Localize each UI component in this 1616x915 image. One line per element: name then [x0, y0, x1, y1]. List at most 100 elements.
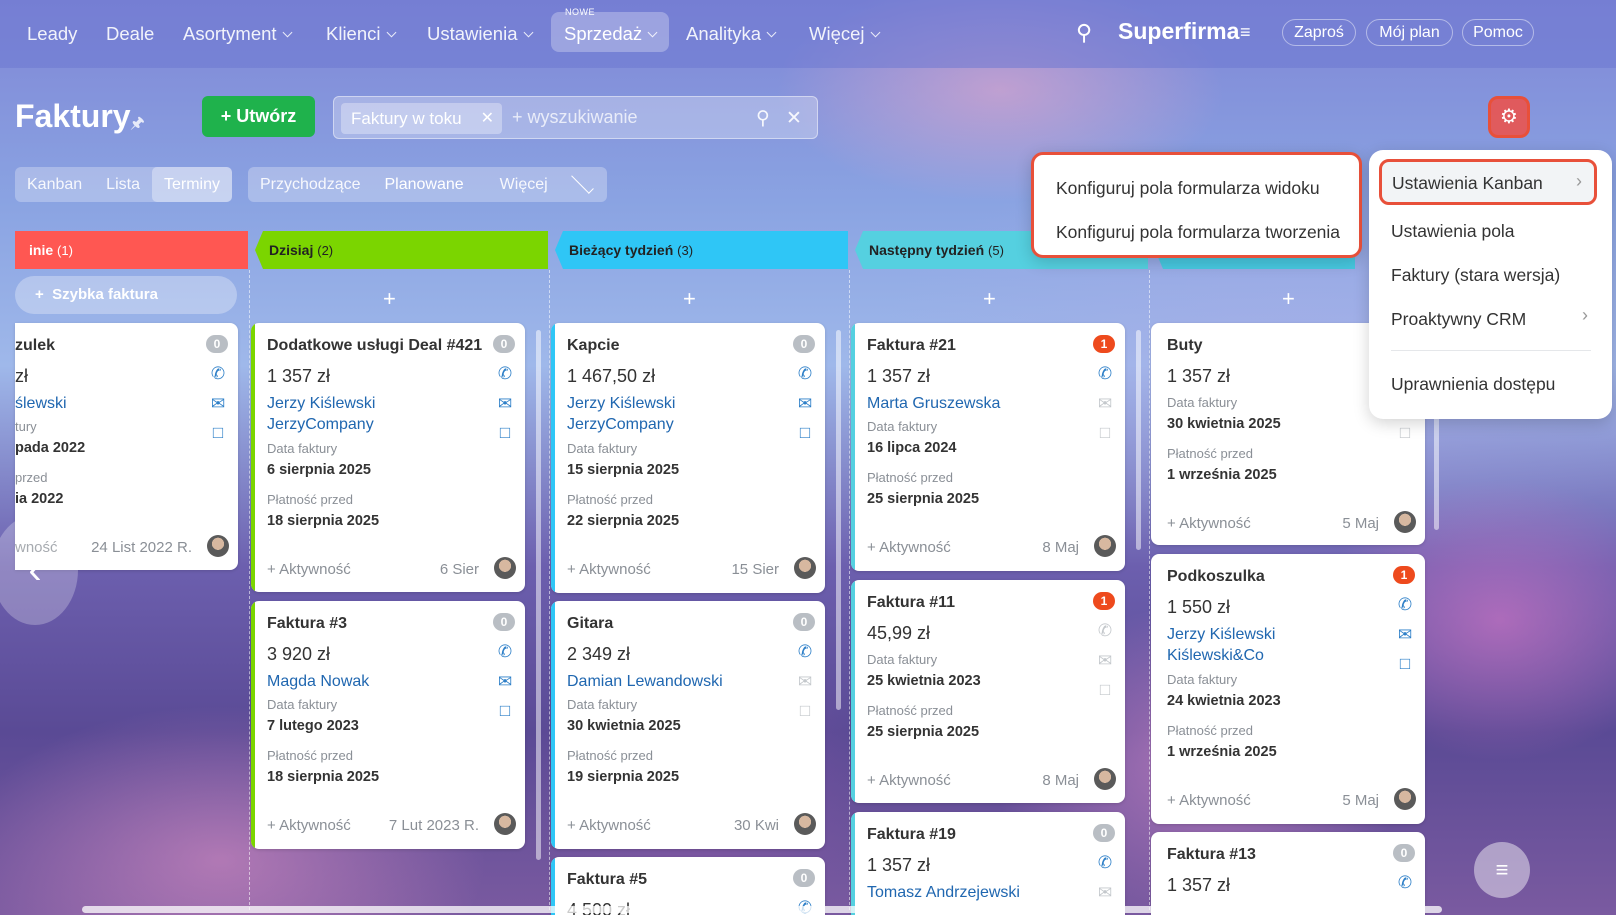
nav-settings[interactable]: Ustawienia — [427, 20, 533, 50]
search-bar[interactable]: Faktury w toku ✕ + wyszukiwanie ⚲ ✕ — [333, 96, 818, 139]
menu-item-create-form-fields[interactable]: Konfiguruj pola formularza tworzenia — [1056, 222, 1340, 243]
chat-icon[interactable]: □ — [495, 424, 515, 442]
tab-deadlines[interactable]: Terminy — [151, 167, 232, 202]
phone-icon[interactable]: ✆ — [208, 365, 228, 383]
chat-icon[interactable]: □ — [1095, 424, 1115, 442]
add-card-button[interactable]: + — [1282, 286, 1295, 312]
card-title[interactable]: Kapcie — [567, 337, 619, 355]
chat-icon[interactable]: □ — [1395, 424, 1415, 442]
card-title[interactable]: Faktura #13 — [1167, 846, 1256, 864]
sliders-icon[interactable]: ≡ — [1240, 22, 1251, 43]
menu-fab-icon[interactable]: ≡ — [1474, 842, 1530, 898]
avatar[interactable] — [1394, 511, 1416, 533]
mail-icon[interactable]: ✉ — [495, 673, 515, 691]
column-header-overdue[interactable]: inie (1) — [15, 231, 248, 269]
column-scrollbar[interactable] — [1136, 330, 1141, 550]
avatar[interactable] — [794, 557, 816, 579]
menu-item-view-form-fields[interactable]: Konfiguruj pola formularza widoku — [1056, 178, 1320, 199]
contact-link[interactable]: ślewski — [15, 395, 67, 413]
phone-icon[interactable]: ✆ — [1095, 854, 1115, 872]
nav-assortment[interactable]: Asortyment — [183, 20, 293, 50]
create-button[interactable]: + Utwórz — [202, 96, 315, 137]
column-scrollbar[interactable] — [836, 330, 841, 710]
card-title[interactable]: Gitara — [567, 615, 613, 633]
column-scrollbar[interactable] — [536, 330, 541, 860]
add-activity-link[interactable]: + Aktywność — [267, 561, 351, 578]
search-icon[interactable]: ⚲ — [756, 107, 770, 130]
chat-icon[interactable]: □ — [1395, 655, 1415, 673]
company-link[interactable]: JerzyCompany — [267, 416, 374, 434]
add-card-button[interactable]: + — [983, 286, 996, 312]
my-plan-button[interactable]: Mój plan — [1366, 19, 1453, 46]
chat-icon[interactable]: □ — [795, 702, 815, 720]
add-activity-link[interactable]: + Aktywność — [267, 817, 351, 834]
add-activity-link[interactable]: + Aktywność — [1167, 515, 1251, 532]
invoice-card[interactable]: Faktura #3 0 3 920 zł ✆ Magda Nowak ✉ □ … — [251, 601, 525, 849]
contact-link[interactable]: Marta Gruszewska — [867, 395, 1000, 413]
invoice-card[interactable]: Faktura #11 1 45,99 zł ✆ ✉ □ Data faktur… — [851, 580, 1125, 803]
clear-icon[interactable]: ✕ — [786, 107, 802, 130]
phone-icon[interactable]: ✆ — [495, 643, 515, 661]
card-title[interactable]: Dodatkowe usługi Deal #421 — [267, 337, 482, 355]
gear-icon[interactable]: ⚙ — [1488, 96, 1530, 138]
phone-icon[interactable]: ✆ — [495, 365, 515, 383]
card-title[interactable]: Faktura #5 — [567, 871, 647, 889]
nav-clients[interactable]: Klienci — [326, 20, 396, 50]
phone-icon[interactable]: ✆ — [1395, 596, 1415, 614]
mail-icon[interactable]: ✉ — [1095, 884, 1115, 902]
avatar[interactable] — [1094, 535, 1116, 557]
mail-icon[interactable]: ✉ — [208, 395, 228, 413]
menu-item-kanban-settings[interactable]: Ustawienia Kanban › — [1379, 159, 1597, 205]
tab-list[interactable]: Lista — [94, 167, 152, 202]
filter-more[interactable]: Więcej — [476, 167, 607, 202]
phone-icon[interactable]: ✆ — [1395, 874, 1415, 892]
invoice-card[interactable]: Faktura #21 1 1 357 zł ✆ Marta Gruszewsk… — [851, 323, 1125, 571]
menu-item-access-permissions[interactable]: Uprawnienia dostępu — [1391, 374, 1555, 395]
chat-icon[interactable]: □ — [495, 702, 515, 720]
column-header-today[interactable]: Dzisiaj (2) — [255, 231, 548, 269]
add-card-button[interactable]: + — [683, 286, 696, 312]
contact-link[interactable]: Damian Lewandowski — [567, 673, 723, 691]
add-activity-link[interactable]: + Aktywność — [567, 561, 651, 578]
phone-icon[interactable]: ✆ — [795, 365, 815, 383]
company-link[interactable]: Kiślewski&Co — [1167, 647, 1264, 665]
pin-icon[interactable]: 🖈 — [130, 112, 145, 139]
avatar[interactable] — [494, 813, 516, 835]
horizontal-scrollbar[interactable] — [82, 906, 1442, 913]
tab-kanban[interactable]: Kanban — [15, 167, 94, 202]
avatar[interactable] — [1394, 788, 1416, 810]
chat-icon[interactable]: □ — [1095, 681, 1115, 699]
menu-item-field-settings[interactable]: Ustawienia pola — [1391, 221, 1515, 242]
mail-icon[interactable]: ✉ — [1095, 395, 1115, 413]
search-input[interactable]: + wyszukiwanie — [512, 107, 638, 128]
add-activity-link[interactable]: + Aktywność — [567, 817, 651, 834]
brand-name[interactable]: Superfirma — [1118, 18, 1239, 45]
card-title[interactable]: Buty — [1167, 337, 1203, 355]
nav-analytics[interactable]: Analityka — [686, 20, 777, 50]
avatar[interactable] — [207, 535, 229, 557]
nav-sales[interactable]: Sprzedaż — [564, 20, 658, 50]
invite-button[interactable]: Zaproś — [1282, 19, 1356, 46]
nav-deals[interactable]: Deale — [106, 20, 154, 50]
add-activity-link[interactable]: + Aktywność — [867, 539, 951, 556]
company-link[interactable]: JerzyCompany — [567, 416, 674, 434]
invoice-card[interactable]: Faktura #13 0 1 357 zł ✆ — [1151, 832, 1425, 915]
avatar[interactable] — [794, 813, 816, 835]
mail-icon[interactable]: ✉ — [795, 673, 815, 691]
invoice-card[interactable]: Dodatkowe usługi Deal #421 0 1 357 zł ✆ … — [251, 323, 525, 592]
search-icon[interactable]: ⚲ — [1076, 20, 1092, 46]
contact-link[interactable]: Jerzy Kiślewski — [267, 395, 375, 413]
contact-link[interactable]: Magda Nowak — [267, 673, 369, 691]
invoice-card[interactable]: Faktura #19 0 1 357 zł ✆ Tomasz Andrzeje… — [851, 812, 1125, 915]
card-title[interactable]: Podkoszulka — [1167, 568, 1265, 586]
mail-icon[interactable]: ✉ — [1395, 626, 1415, 644]
chat-icon[interactable]: □ — [795, 424, 815, 442]
avatar[interactable] — [1094, 768, 1116, 790]
card-title[interactable]: Faktura #11 — [867, 594, 955, 612]
menu-item-proactive-crm[interactable]: Proaktywny CRM — [1391, 309, 1526, 330]
nav-more[interactable]: Więcej — [809, 20, 880, 50]
filter-incoming[interactable]: Przychodzące — [248, 167, 373, 202]
contact-link[interactable]: Jerzy Kiślewski — [1167, 626, 1275, 644]
mail-icon[interactable]: ✉ — [1095, 652, 1115, 670]
close-icon[interactable]: ✕ — [481, 103, 494, 134]
